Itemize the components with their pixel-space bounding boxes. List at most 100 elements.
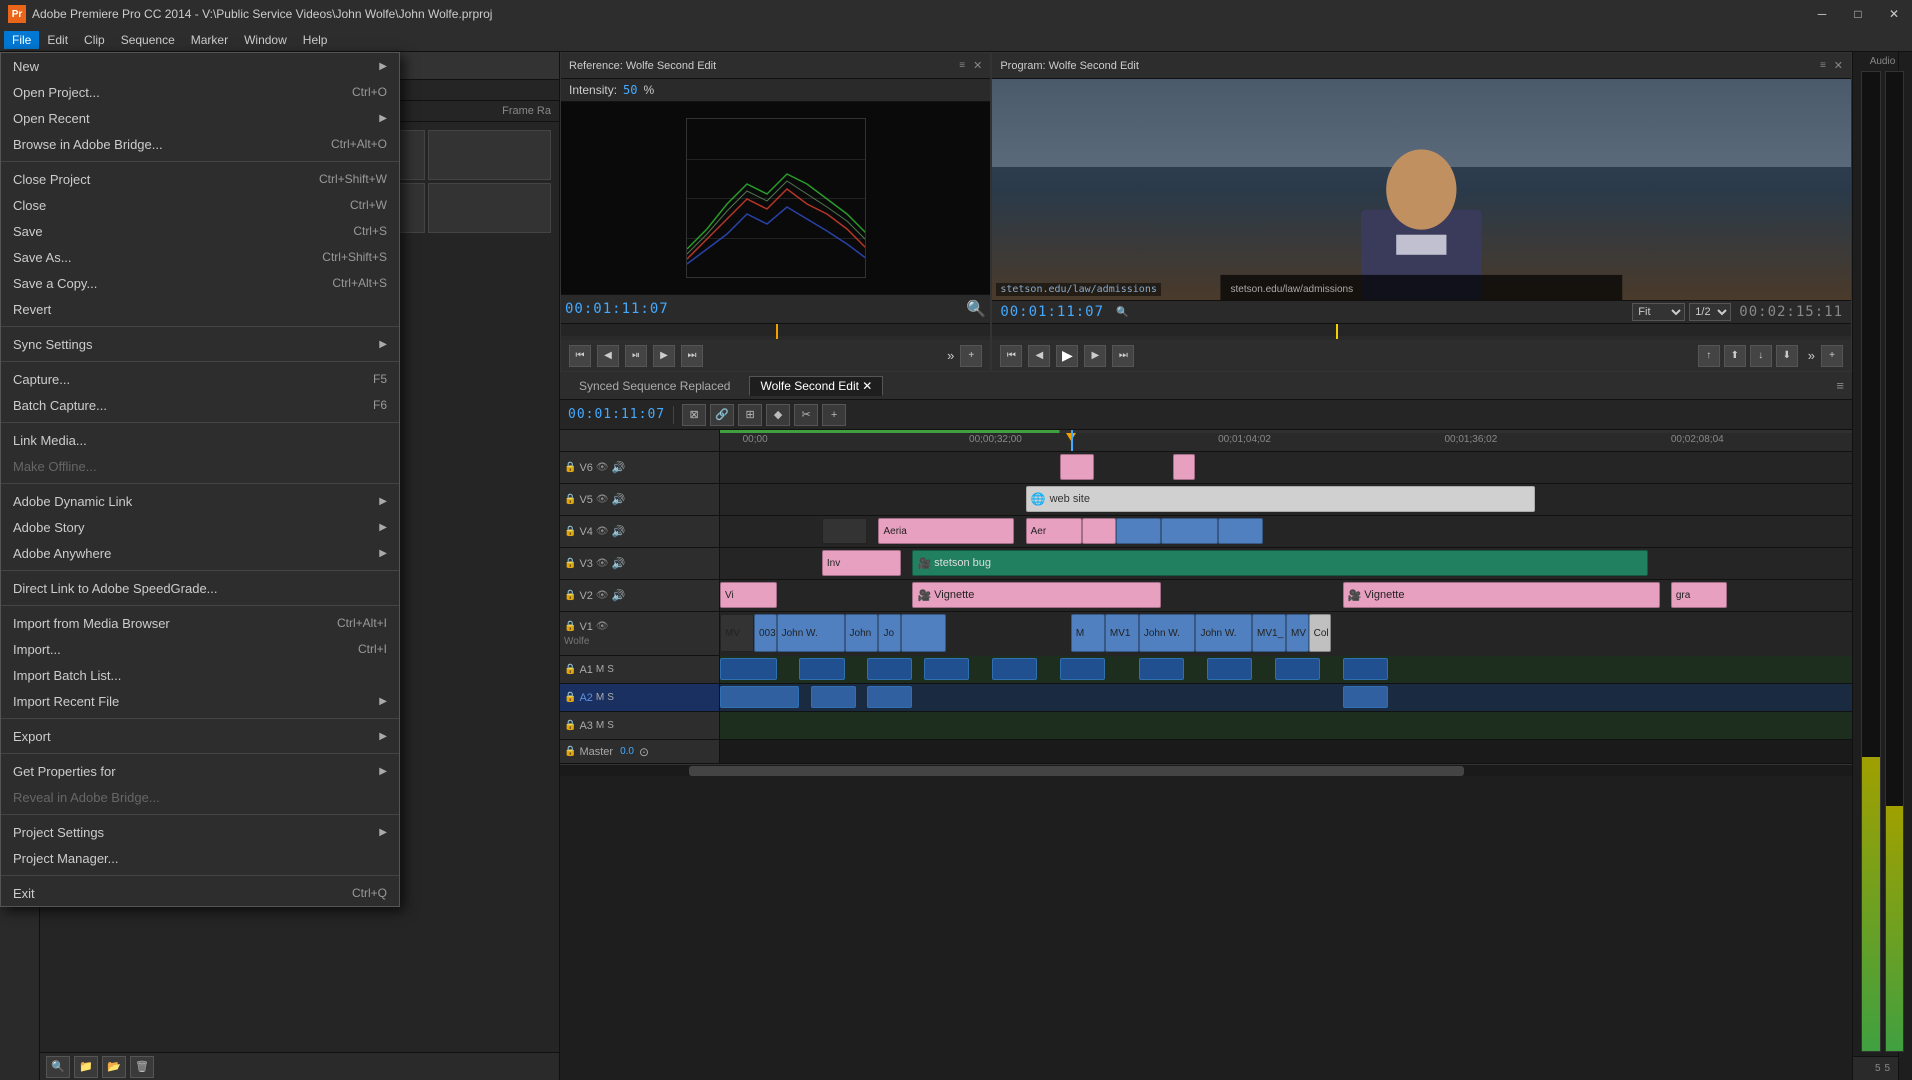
menu-get-properties[interactable]: Get Properties for ▶ [1,758,399,784]
lock-icon-v3[interactable]: 🔒 [564,558,576,569]
track-a1-clip-9[interactable] [1275,658,1320,680]
menu-item-help[interactable]: Help [295,31,336,49]
track-v4-clip-1[interactable] [822,518,867,544]
menu-sync-settings[interactable]: Sync Settings ▶ [1,331,399,357]
new-bin-button[interactable]: 📂 [102,1056,126,1078]
menu-link-media[interactable]: Link Media... [1,427,399,453]
track-v4-clip-6[interactable] [1161,518,1218,544]
lock-icon-master[interactable]: 🔒 [564,746,576,757]
menu-item-sequence[interactable]: Sequence [113,31,183,49]
tab-synced-sequence[interactable]: Synced Sequence Replaced [568,376,741,396]
track-a2-clip-4[interactable] [1343,686,1388,708]
reference-monitor-menu-icon[interactable]: ≡ [959,60,965,71]
prog-btn-out[interactable]: ⏭ [1112,345,1134,367]
eye-icon-v4[interactable]: 👁 [596,526,609,537]
eye-icon-v3[interactable]: 👁 [596,558,609,569]
search-button[interactable]: 🔍 [46,1056,70,1078]
track-v4-clip-2[interactable]: Aeria [878,518,1014,544]
track-v6-clip-1[interactable] [1060,454,1094,480]
prog-more[interactable]: » [1808,348,1815,363]
menu-import-media-browser[interactable]: Import from Media Browser Ctrl+Alt+I [1,610,399,636]
track-a2-m[interactable]: M [596,692,604,703]
prog-btn-play[interactable]: ▶ [1056,345,1078,367]
menu-item-marker[interactable]: Marker [183,31,236,49]
prog-btn-in[interactable]: ⏮ [1000,345,1022,367]
fit-selector[interactable]: Fit 25% 50% 100% [1632,303,1685,321]
track-v4-audio-icon[interactable]: 🔊 [612,525,626,538]
menu-project-settings[interactable]: Project Settings ▶ [1,819,399,845]
lock-icon-v6[interactable]: 🔒 [564,462,576,473]
track-a1-clip-2[interactable] [799,658,844,680]
prog-btn-fwd[interactable]: ▶ [1084,345,1106,367]
track-v4-clip-7[interactable] [1218,518,1263,544]
tl-razor-btn[interactable]: ✂ [794,404,818,426]
track-v3-audio-icon[interactable]: 🔊 [612,557,626,570]
lock-icon-a2[interactable]: 🔒 [564,692,576,703]
track-a2-s[interactable]: S [607,692,614,703]
track-v1-003[interactable]: 003 [754,614,777,652]
tl-snap-btn[interactable]: ⊠ [682,404,706,426]
ref-btn-5[interactable]: ⏭ [681,345,703,367]
track-a1-s[interactable]: S [607,664,614,675]
menu-capture[interactable]: Capture... F5 [1,366,399,392]
track-v1-johnw2[interactable]: John W. [1139,614,1196,652]
eye-icon-v1[interactable]: 👁 [596,621,609,632]
menu-adobe-story[interactable]: Adobe Story ▶ [1,514,399,540]
track-v1-mv2[interactable]: MV1 [1105,614,1139,652]
menu-adobe-dynamic-link[interactable]: Adobe Dynamic Link ▶ [1,488,399,514]
program-monitor-menu-icon[interactable]: ≡ [1820,60,1826,71]
tl-group-btn[interactable]: ⊞ [738,404,762,426]
menu-close[interactable]: Close Ctrl+W [1,192,399,218]
track-v3-clip-stetson[interactable]: 🎥 stetson bug [912,550,1648,576]
scrollbar-thumb[interactable] [689,766,1464,776]
track-v3-clip-inv[interactable]: Inv [822,550,901,576]
tl-marker-btn[interactable]: ◆ [766,404,790,426]
close-button[interactable]: ✕ [1876,0,1912,28]
lock-icon-a1[interactable]: 🔒 [564,664,576,675]
timeline-scrollbar[interactable] [560,764,1852,776]
eye-icon-v2[interactable]: 👁 [596,590,609,601]
prog-extract[interactable]: ⬆ [1724,345,1746,367]
menu-export[interactable]: Export ▶ [1,723,399,749]
menu-save[interactable]: Save Ctrl+S [1,218,399,244]
menu-revert[interactable]: Revert [1,296,399,322]
track-v1-johnw1[interactable]: John W. [777,614,845,652]
track-a2-clip-3[interactable] [867,686,912,708]
menu-item-window[interactable]: Window [236,31,295,49]
media-thumb[interactable] [428,183,552,233]
track-v2-clip-gra[interactable]: gra [1671,582,1728,608]
timeline-current-time[interactable]: 00:01:11:07 [568,407,665,422]
tl-add-btn[interactable]: + [822,404,846,426]
track-v1-m1[interactable]: M [1071,614,1105,652]
media-thumb[interactable] [428,130,552,180]
track-a1-clip-1[interactable] [720,658,777,680]
track-a2-clip-1[interactable] [720,686,799,708]
timeline-menu-icon[interactable]: ≡ [1836,378,1844,393]
ref-more-btn[interactable]: » [947,348,954,363]
track-a1-m[interactable]: M [596,664,604,675]
track-v6-clip-2[interactable] [1173,454,1196,480]
delete-button[interactable]: 🗑 [130,1056,154,1078]
master-dial-icon[interactable]: ⊙ [639,745,649,759]
menu-project-manager[interactable]: Project Manager... [1,845,399,871]
track-v4-clip-3[interactable]: Aer [1026,518,1083,544]
folder-button[interactable]: 📁 [74,1056,98,1078]
menu-batch-capture[interactable]: Batch Capture... F6 [1,392,399,418]
menu-exit[interactable]: Exit Ctrl+Q [1,880,399,906]
tab-wolfe-edit[interactable]: Wolfe Second Edit ✕ [749,376,883,396]
track-a1-clip-8[interactable] [1207,658,1252,680]
track-v5-clip-website[interactable]: 🌐 web site [1026,486,1535,512]
ref-btn-1[interactable]: ⏮ [569,345,591,367]
track-a1-clip-6[interactable] [1060,658,1105,680]
prog-lift[interactable]: ↑ [1698,345,1720,367]
track-v1-john1[interactable]: John [845,614,879,652]
zoom-icon-prog[interactable]: 🔍 [1116,307,1128,318]
zoom-icon[interactable]: 🔍 [966,299,986,319]
menu-import-batch-list[interactable]: Import Batch List... [1,662,399,688]
lock-icon-a3[interactable]: 🔒 [564,720,576,731]
menu-direct-link-speedgrade[interactable]: Direct Link to Adobe SpeedGrade... [1,575,399,601]
maximize-button[interactable]: □ [1840,0,1876,28]
menu-item-clip[interactable]: Clip [76,31,113,49]
menu-save-copy[interactable]: Save a Copy... Ctrl+Alt+S [1,270,399,296]
minimize-button[interactable]: ─ [1804,0,1840,28]
